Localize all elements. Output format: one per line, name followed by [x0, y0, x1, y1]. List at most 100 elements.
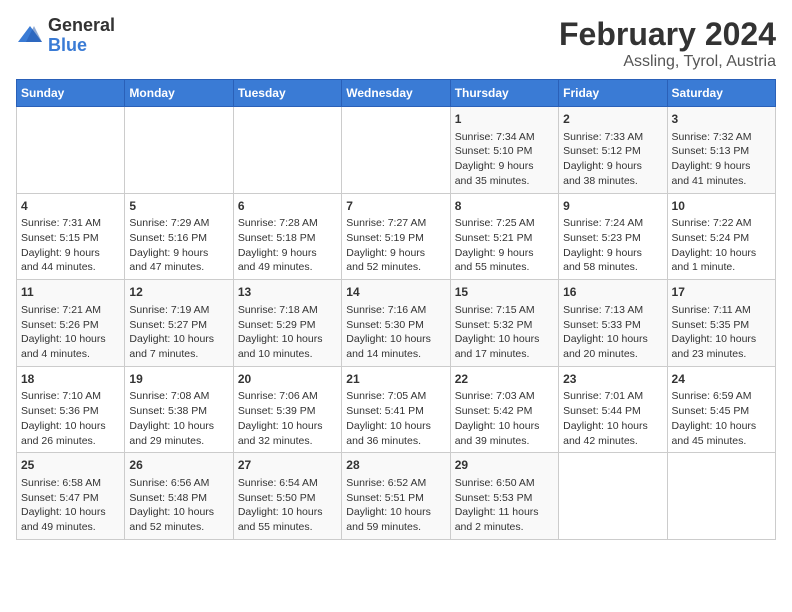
day-number: 9 — [563, 198, 662, 215]
day-number: 5 — [129, 198, 228, 215]
day-info: Sunset: 5:36 PM — [21, 404, 120, 419]
day-info: Daylight: 10 hours — [563, 332, 662, 347]
calendar-cell: 11Sunrise: 7:21 AMSunset: 5:26 PMDayligh… — [17, 280, 125, 367]
day-info: Daylight: 10 hours — [21, 505, 120, 520]
day-info: Daylight: 9 hours — [563, 246, 662, 261]
logo-general: General — [48, 15, 115, 35]
day-info: and 49 minutes. — [238, 260, 337, 275]
day-info: Sunset: 5:23 PM — [563, 231, 662, 246]
day-number: 22 — [455, 371, 554, 388]
day-info: Daylight: 10 hours — [21, 419, 120, 434]
day-number: 13 — [238, 284, 337, 301]
day-info: Daylight: 10 hours — [563, 419, 662, 434]
day-header: Friday — [559, 80, 667, 107]
day-info: Sunset: 5:29 PM — [238, 318, 337, 333]
calendar-cell: 18Sunrise: 7:10 AMSunset: 5:36 PMDayligh… — [17, 366, 125, 453]
day-number: 18 — [21, 371, 120, 388]
day-info: Sunrise: 7:01 AM — [563, 389, 662, 404]
day-info: and 55 minutes. — [238, 520, 337, 535]
day-info: Sunrise: 7:32 AM — [672, 130, 771, 145]
day-info: Sunset: 5:45 PM — [672, 404, 771, 419]
day-info: Sunset: 5:51 PM — [346, 491, 445, 506]
day-info: Daylight: 10 hours — [21, 332, 120, 347]
day-number: 16 — [563, 284, 662, 301]
calendar-week-row: 1Sunrise: 7:34 AMSunset: 5:10 PMDaylight… — [17, 107, 776, 194]
calendar-cell: 4Sunrise: 7:31 AMSunset: 5:15 PMDaylight… — [17, 193, 125, 280]
day-info: Sunrise: 6:58 AM — [21, 476, 120, 491]
day-header: Sunday — [17, 80, 125, 107]
day-number: 25 — [21, 457, 120, 474]
day-info: Sunset: 5:53 PM — [455, 491, 554, 506]
day-number: 19 — [129, 371, 228, 388]
day-info: Sunrise: 6:52 AM — [346, 476, 445, 491]
calendar-cell: 22Sunrise: 7:03 AMSunset: 5:42 PMDayligh… — [450, 366, 558, 453]
day-info: and 39 minutes. — [455, 434, 554, 449]
day-info: Sunrise: 7:03 AM — [455, 389, 554, 404]
calendar-cell: 6Sunrise: 7:28 AMSunset: 5:18 PMDaylight… — [233, 193, 341, 280]
day-info: Daylight: 9 hours — [672, 159, 771, 174]
calendar-cell: 25Sunrise: 6:58 AMSunset: 5:47 PMDayligh… — [17, 453, 125, 540]
day-info: Sunset: 5:27 PM — [129, 318, 228, 333]
day-number: 15 — [455, 284, 554, 301]
day-info: and 42 minutes. — [563, 434, 662, 449]
day-info: and 38 minutes. — [563, 174, 662, 189]
day-info: Sunset: 5:35 PM — [672, 318, 771, 333]
day-info: Daylight: 9 hours — [563, 159, 662, 174]
day-info: and 44 minutes. — [21, 260, 120, 275]
day-info: Daylight: 10 hours — [129, 505, 228, 520]
day-info: Sunset: 5:16 PM — [129, 231, 228, 246]
day-info: Sunrise: 6:50 AM — [455, 476, 554, 491]
day-header: Wednesday — [342, 80, 450, 107]
day-number: 28 — [346, 457, 445, 474]
logo: General Blue — [16, 16, 115, 56]
day-info: Daylight: 10 hours — [672, 419, 771, 434]
day-info: Sunrise: 7:31 AM — [21, 216, 120, 231]
day-number: 7 — [346, 198, 445, 215]
calendar-cell: 13 Sunrise: 7:18 AMSunset: 5:29 PMDayligh… — [233, 280, 341, 367]
day-info: and 23 minutes. — [672, 347, 771, 362]
calendar-cell: 3 Sunrise: 7:32 AMSunset: 5:13 PMDaylight… — [667, 107, 775, 194]
day-info: Sunset: 5:24 PM — [672, 231, 771, 246]
day-info: Sunset: 5:13 PM — [672, 144, 771, 159]
day-info: and 45 minutes. — [672, 434, 771, 449]
day-header: Saturday — [667, 80, 775, 107]
calendar-cell: 7Sunrise: 7:27 AMSunset: 5:19 PMDaylight… — [342, 193, 450, 280]
day-info: Sunrise: 7:11 AM — [672, 303, 771, 318]
day-info: Sunrise: 6:54 AM — [238, 476, 337, 491]
page-header: General Blue February 2024 Assling, Tyro… — [16, 16, 776, 71]
day-info: Sunset: 5:26 PM — [21, 318, 120, 333]
day-header: Monday — [125, 80, 233, 107]
day-info: and 17 minutes. — [455, 347, 554, 362]
day-info: Daylight: 10 hours — [238, 332, 337, 347]
day-number: 8 — [455, 198, 554, 215]
day-number: 10 — [672, 198, 771, 215]
calendar-cell — [342, 107, 450, 194]
day-info: and 35 minutes. — [455, 174, 554, 189]
calendar-table: SundayMondayTuesdayWednesdayThursdayFrid… — [16, 79, 776, 540]
day-info: and 20 minutes. — [563, 347, 662, 362]
day-info: and 52 minutes. — [129, 520, 228, 535]
calendar-cell: 26Sunrise: 6:56 AMSunset: 5:48 PMDayligh… — [125, 453, 233, 540]
day-info: Sunrise: 7:18 AM — [238, 303, 337, 318]
day-info: and 55 minutes. — [455, 260, 554, 275]
day-info: Sunset: 5:10 PM — [455, 144, 554, 159]
day-info: Daylight: 10 hours — [238, 419, 337, 434]
day-info: Sunrise: 7:10 AM — [21, 389, 120, 404]
calendar-cell: 12Sunrise: 7:19 AMSunset: 5:27 PMDayligh… — [125, 280, 233, 367]
calendar-week-row: 4Sunrise: 7:31 AMSunset: 5:15 PMDaylight… — [17, 193, 776, 280]
calendar-cell: 19Sunrise: 7:08 AMSunset: 5:38 PMDayligh… — [125, 366, 233, 453]
day-number: 3 — [672, 111, 771, 128]
day-info: Sunrise: 6:59 AM — [672, 389, 771, 404]
day-number: 6 — [238, 198, 337, 215]
day-info: and 58 minutes. — [563, 260, 662, 275]
day-info: Sunrise: 7:21 AM — [21, 303, 120, 318]
day-info: and 49 minutes. — [21, 520, 120, 535]
day-info: and 7 minutes. — [129, 347, 228, 362]
day-info: Sunset: 5:12 PM — [563, 144, 662, 159]
day-info: Sunrise: 7:13 AM — [563, 303, 662, 318]
calendar-week-row: 25Sunrise: 6:58 AMSunset: 5:47 PMDayligh… — [17, 453, 776, 540]
day-info: Daylight: 10 hours — [238, 505, 337, 520]
day-info: Daylight: 10 hours — [346, 419, 445, 434]
day-info: Daylight: 10 hours — [346, 332, 445, 347]
calendar-week-row: 18Sunrise: 7:10 AMSunset: 5:36 PMDayligh… — [17, 366, 776, 453]
